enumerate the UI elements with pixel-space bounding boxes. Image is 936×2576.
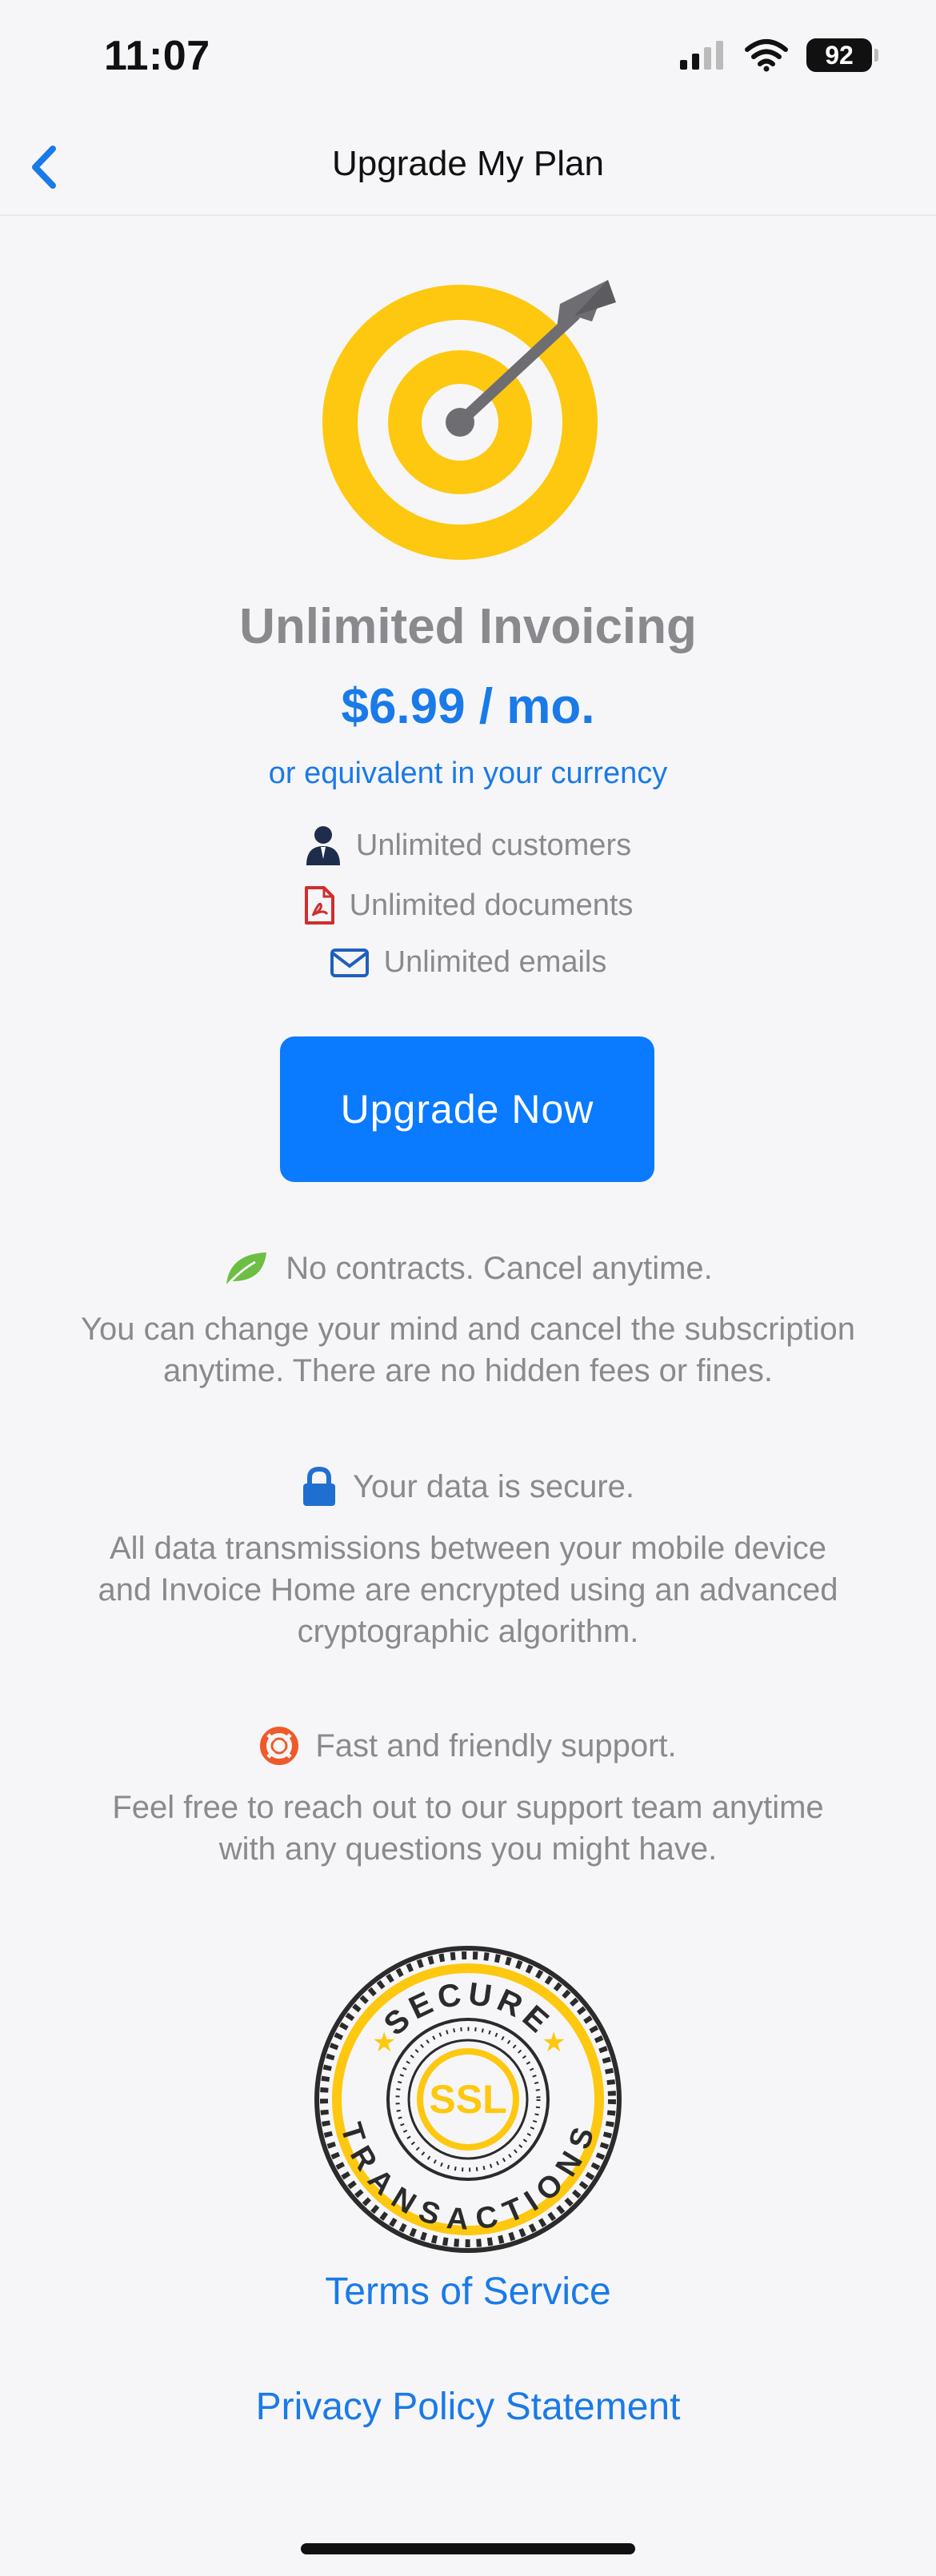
section-secure-body: All data transmissions between your mobi… bbox=[32, 1528, 904, 1652]
target-icon bbox=[322, 280, 616, 560]
privacy-policy-link[interactable]: Privacy Policy Statement bbox=[0, 2385, 936, 2429]
status-time: 11:07 bbox=[104, 33, 210, 79]
star-icon: ★ bbox=[542, 2027, 566, 2058]
battery-level: 92 bbox=[825, 40, 854, 70]
user-icon bbox=[306, 826, 340, 865]
feature-customers: Unlimited customers bbox=[0, 825, 936, 865]
lifebuoy-icon bbox=[260, 1727, 299, 1765]
section-support-heading: Fast and friendly support. bbox=[0, 1726, 936, 1766]
section-heading: No contracts. Cancel anytime. bbox=[286, 1250, 713, 1286]
section-body-line: anytime. There are no hidden fees or fin… bbox=[163, 1353, 773, 1388]
section-body-line: You can change your mind and cancel the … bbox=[80, 1312, 856, 1347]
section-support-body: Feel free to reach out to our support te… bbox=[32, 1787, 904, 1870]
feature-emails: Unlimited emails bbox=[0, 945, 936, 980]
cellular-signal-icon bbox=[680, 41, 723, 70]
section-heading: Fast and friendly support. bbox=[315, 1727, 677, 1763]
feature-label: Unlimited customers bbox=[355, 828, 632, 862]
plan-price: $6.99 / mo. bbox=[341, 679, 595, 734]
section-body-line: and Invoice Home are encrypted using an … bbox=[98, 1572, 838, 1608]
feature-documents: Unlimited documents bbox=[0, 885, 936, 925]
leaf-icon bbox=[226, 1252, 267, 1288]
terms-of-service-link[interactable]: Terms of Service bbox=[0, 2270, 936, 2314]
wifi-icon bbox=[745, 39, 788, 72]
feature-label: Unlimited emails bbox=[383, 945, 607, 979]
section-heading: Your data is secure. bbox=[352, 1468, 635, 1504]
envelope-icon bbox=[330, 948, 369, 977]
lock-icon bbox=[302, 1467, 335, 1506]
section-body-line: Feel free to reach out to our support te… bbox=[112, 1790, 824, 1825]
section-no-contracts-body: You can change your mind and cancel the … bbox=[32, 1308, 904, 1392]
pdf-document-icon bbox=[304, 886, 334, 925]
ssl-secure-seal-icon: SSL SECURE TRANSACTIONS ★ ★ bbox=[314, 1946, 622, 2253]
page-title: Upgrade My Plan bbox=[332, 144, 604, 183]
status-icons: 92 bbox=[678, 38, 878, 72]
navigation-bar: Upgrade My Plan bbox=[0, 120, 936, 216]
star-icon: ★ bbox=[372, 2027, 396, 2058]
section-secure-heading: Your data is secure. bbox=[0, 1467, 936, 1507]
section-body-line: with any questions you might have. bbox=[218, 1831, 718, 1867]
feature-label: Unlimited documents bbox=[349, 888, 634, 922]
plan-title: Unlimited Invoicing bbox=[239, 599, 697, 654]
section-no-contracts-heading: No contracts. Cancel anytime. bbox=[0, 1249, 936, 1288]
home-indicator bbox=[301, 2543, 635, 2554]
upgrade-now-button[interactable]: Upgrade Now bbox=[280, 1036, 654, 1182]
currency-note: or equivalent in your currency bbox=[268, 757, 668, 790]
battery-indicator: 92 bbox=[806, 38, 878, 72]
section-body-line: cryptographic algorithm. bbox=[297, 1614, 639, 1649]
seal-center-text: SSL bbox=[429, 2077, 506, 2122]
section-body-line: All data transmissions between your mobi… bbox=[110, 1531, 826, 1566]
